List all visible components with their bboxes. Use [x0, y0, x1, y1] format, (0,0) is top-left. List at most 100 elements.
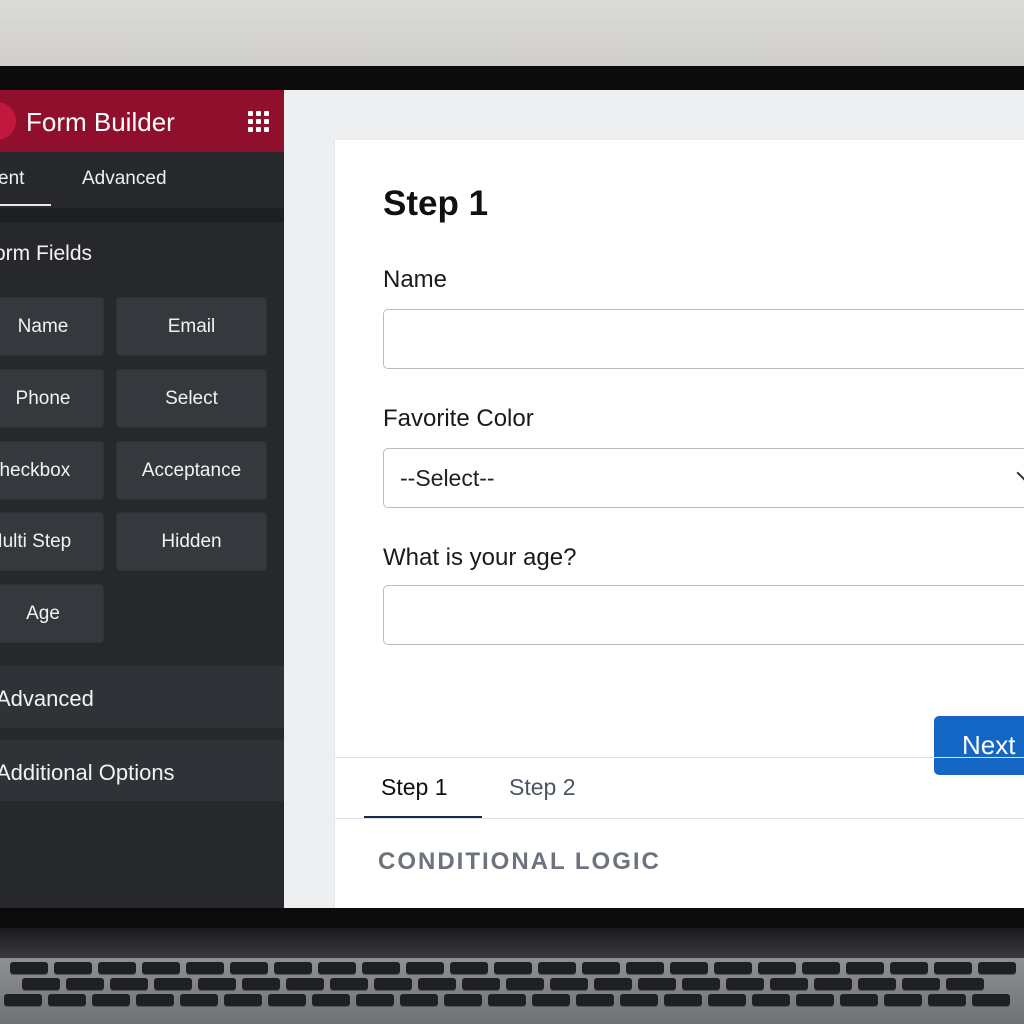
- step-1-tab[interactable]: Step 1: [381, 774, 448, 801]
- field-phone-button[interactable]: Phone: [0, 369, 104, 428]
- favorite-color-field-label: Favorite Color: [383, 405, 534, 432]
- favorite-color-select-value: --Select--: [400, 465, 495, 491]
- keyboard-key: [928, 994, 966, 1006]
- keyboard-key: [92, 994, 130, 1006]
- field-acceptance-button[interactable]: Acceptance: [116, 441, 267, 500]
- keyboard-key: [576, 994, 614, 1006]
- laptop-hinge: [0, 928, 1024, 958]
- keyboard-key: [682, 978, 720, 990]
- field-multi-step-label: Multi Step: [0, 530, 72, 552]
- sidebar-title: Form Builder: [26, 107, 175, 137]
- advanced-panel-label: Advanced: [0, 686, 94, 711]
- field-age-label: Age: [26, 602, 60, 624]
- keyboard-key: [934, 962, 972, 974]
- keyboard-row: [0, 994, 1024, 1006]
- field-select-label: Select: [165, 387, 218, 409]
- sidebar-tabs: ent Advanced: [0, 152, 284, 208]
- keyboard-key: [796, 994, 834, 1006]
- keyboard-key: [494, 962, 532, 974]
- field-phone-label: Phone: [15, 387, 71, 409]
- keyboard-key: [978, 962, 1016, 974]
- keyboard-key: [110, 978, 148, 990]
- field-multi-step-button[interactable]: Multi Step: [0, 512, 104, 571]
- keyboard-key: [98, 962, 136, 974]
- additional-options-panel-header[interactable]: Additional Options: [0, 740, 284, 801]
- keyboard-key: [330, 978, 368, 990]
- keyboard-key: [356, 994, 394, 1006]
- keyboard-key: [54, 962, 92, 974]
- keyboard-key: [274, 962, 312, 974]
- keyboard-key: [846, 962, 884, 974]
- keyboard-key: [488, 994, 526, 1006]
- keyboard-key: [582, 962, 620, 974]
- keyboard-key: [594, 978, 632, 990]
- laptop-screen: Form Builder ent Advanced orm Fields Nam…: [0, 90, 1024, 908]
- favorite-color-select[interactable]: --Select--: [383, 448, 1024, 508]
- keyboard-row: [0, 978, 1024, 990]
- field-email-label: Email: [167, 315, 216, 337]
- step-tabs-top-divider: [335, 757, 1024, 758]
- age-input[interactable]: [383, 585, 1024, 645]
- sidebar-header: Form Builder: [0, 90, 284, 152]
- keyboard-key: [22, 978, 60, 990]
- apps-grid-icon[interactable]: [248, 111, 270, 133]
- keyboard-key: [726, 978, 764, 990]
- step-title: Step 1: [383, 184, 489, 223]
- tab-advanced[interactable]: Advanced: [82, 168, 167, 190]
- form-preview-card: Step 1 Name Favorite Color --Select-- Wh…: [334, 140, 1024, 908]
- advanced-panel-header[interactable]: Advanced: [0, 666, 284, 728]
- field-hidden-button[interactable]: Hidden: [116, 512, 267, 571]
- conditional-logic-heading[interactable]: CONDITIONAL LOGIC: [378, 848, 661, 876]
- keyboard-key: [198, 978, 236, 990]
- keyboard-key: [406, 962, 444, 974]
- active-tab-indicator: [0, 204, 51, 206]
- field-email-button[interactable]: Email: [116, 297, 267, 356]
- keyboard-key: [268, 994, 306, 1006]
- keyboard-key: [802, 962, 840, 974]
- keyboard-key: [374, 978, 412, 990]
- sidebar-divider: [0, 208, 284, 222]
- keyboard-key: [318, 962, 356, 974]
- keyboard-key: [362, 962, 400, 974]
- keyboard-key: [242, 978, 280, 990]
- keyboard-key: [286, 978, 324, 990]
- keyboard-key: [884, 994, 922, 1006]
- step-2-tab[interactable]: Step 2: [509, 774, 576, 801]
- chevron-down-icon: [1016, 464, 1024, 482]
- field-select-button[interactable]: Select: [116, 369, 267, 428]
- keyboard-key: [858, 978, 896, 990]
- keyboard-key: [670, 962, 708, 974]
- brand-logo: [0, 102, 16, 140]
- keyboard-key: [890, 962, 928, 974]
- tab-content[interactable]: ent: [0, 168, 24, 190]
- keyboard-key: [180, 994, 218, 1006]
- field-checkbox-button[interactable]: Checkbox: [0, 441, 104, 500]
- field-acceptance-label: Acceptance: [141, 459, 242, 481]
- keyboard-key: [462, 978, 500, 990]
- field-name-label: Name: [17, 315, 69, 337]
- keyboard-key: [136, 994, 174, 1006]
- keyboard-key: [770, 978, 808, 990]
- keyboard-key: [400, 994, 438, 1006]
- age-field-label: What is your age?: [383, 544, 577, 571]
- next-button[interactable]: Next: [934, 716, 1024, 775]
- field-name-button[interactable]: Name: [0, 297, 104, 356]
- keyboard-key: [418, 978, 456, 990]
- keyboard-key: [902, 978, 940, 990]
- keyboard-key: [538, 962, 576, 974]
- keyboard-key: [532, 994, 570, 1006]
- keyboard-key: [444, 994, 482, 1006]
- keyboard-key: [224, 994, 262, 1006]
- name-field-label: Name: [383, 266, 448, 293]
- field-age-button[interactable]: Age: [0, 584, 104, 643]
- sidebar: Form Builder ent Advanced orm Fields Nam…: [0, 90, 284, 908]
- form-fields-section-title[interactable]: orm Fields: [0, 242, 92, 266]
- keyboard-key: [620, 994, 658, 1006]
- name-input[interactable]: [383, 309, 1024, 369]
- keyboard-key: [708, 994, 746, 1006]
- background-wall: [0, 0, 1024, 66]
- keyboard-key: [186, 962, 224, 974]
- keyboard-key: [752, 994, 790, 1006]
- keyboard-key: [664, 994, 702, 1006]
- keyboard-key: [312, 994, 350, 1006]
